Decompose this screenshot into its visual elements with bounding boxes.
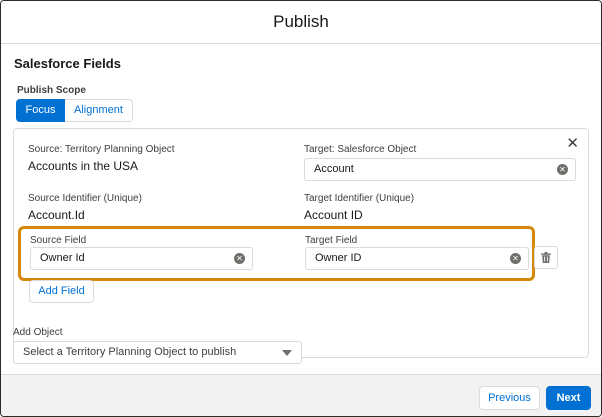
close-icon[interactable]: ✕ xyxy=(566,136,579,151)
target-identifier-value: Account ID xyxy=(304,208,363,222)
publish-scope-label: Publish Scope xyxy=(17,85,86,96)
target-field-label: Target Field xyxy=(305,235,358,246)
clear-icon[interactable]: ✕ xyxy=(234,253,245,264)
section-title: Salesforce Fields xyxy=(14,56,121,71)
add-object-label: Add Object xyxy=(13,327,63,338)
source-identifier-value: Account.Id xyxy=(28,208,85,222)
trash-icon xyxy=(541,252,551,263)
source-field-input[interactable]: Owner Id ✕ xyxy=(30,247,253,270)
modal-header: Publish xyxy=(1,1,601,44)
object-mapping-card: ✕ Source: Territory Planning Object Acco… xyxy=(13,128,589,358)
add-field-button[interactable]: Add Field xyxy=(29,280,94,303)
publish-scope-button-group: Focus Alignment xyxy=(16,99,133,122)
chevron-down-icon xyxy=(282,350,292,356)
modal-body: Salesforce Fields Publish Scope Focus Al… xyxy=(1,44,601,374)
target-object-input[interactable]: Account ✕ xyxy=(304,158,576,181)
add-object-select[interactable]: Select a Territory Planning Object to pu… xyxy=(13,341,302,364)
scope-alignment-button[interactable]: Alignment xyxy=(65,99,133,122)
add-object-placeholder: Select a Territory Planning Object to pu… xyxy=(23,346,237,358)
source-field-value: Owner Id xyxy=(40,252,85,264)
source-identifier-label: Source Identifier (Unique) xyxy=(28,193,142,204)
source-object-value: Accounts in the USA xyxy=(28,159,139,173)
target-object-value: Account xyxy=(314,163,354,175)
clear-icon[interactable]: ✕ xyxy=(510,253,521,264)
next-button[interactable]: Next xyxy=(546,386,591,410)
scope-focus-button[interactable]: Focus xyxy=(16,99,65,122)
source-field-label: Source Field xyxy=(30,235,87,246)
source-object-label: Source: Territory Planning Object xyxy=(28,144,175,155)
previous-button[interactable]: Previous xyxy=(479,386,540,410)
target-field-value: Owner ID xyxy=(315,252,362,264)
modal-title: Publish xyxy=(273,12,329,31)
publish-modal: Publish Salesforce Fields Publish Scope … xyxy=(0,0,602,417)
target-object-label: Target: Salesforce Object xyxy=(304,144,417,155)
target-field-input[interactable]: Owner ID ✕ xyxy=(305,247,529,270)
target-identifier-label: Target Identifier (Unique) xyxy=(304,193,415,204)
clear-icon[interactable]: ✕ xyxy=(557,164,568,175)
delete-field-button[interactable] xyxy=(534,246,558,269)
modal-footer: Previous Next xyxy=(1,374,601,416)
